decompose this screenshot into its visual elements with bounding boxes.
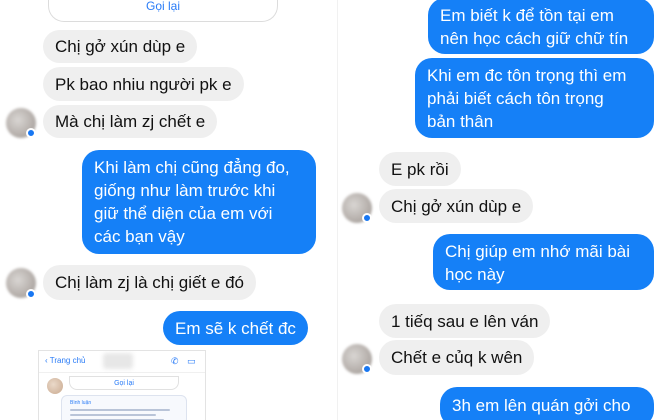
messenger-badge-icon xyxy=(362,364,372,374)
message-outgoing: Em biết k để tồn tại em nên học cách giữ… xyxy=(428,0,654,54)
message-incoming: Chị làm zj là chị giết e đó xyxy=(43,265,256,300)
message-outgoing: Khi làm chị cũng đẳng đo, giống như làm … xyxy=(82,150,316,254)
message-incoming: Mà chị làm zj chết e xyxy=(43,105,218,138)
message-incoming: Chị gở xún dùp e xyxy=(43,30,198,63)
message-text: Chị gở xún dùp e xyxy=(391,196,522,216)
message-incoming: E pk rồi xyxy=(379,152,461,186)
blurred-contact-name xyxy=(103,353,133,369)
message-line: các bạn vậy xyxy=(94,227,185,246)
message-incoming: 1 tiếq sau e lên ván xyxy=(379,304,551,338)
embedded-card-line xyxy=(70,414,156,416)
message-line: Em biết k để tồn tại em xyxy=(440,6,614,25)
embedded-call-again: Gọi lại xyxy=(69,376,179,390)
message-line: phải biết cách tôn trọng xyxy=(427,89,604,108)
message-text: Em sẽ k chết đc xyxy=(175,318,296,338)
message-text: E pk rồi xyxy=(391,159,449,179)
message-line: Chị giúp em nhớ mãi bài xyxy=(445,242,631,261)
embedded-screenshot: ‹ Trang chủ ✆ ▭ Gọi lại Bình luận xyxy=(38,350,206,420)
message-line: nên học cách giữ chữ tín xyxy=(440,29,629,48)
message-outgoing: 3h em lên quán gởi cho xyxy=(440,387,654,420)
messenger-badge-icon xyxy=(26,128,36,138)
message-line: Khi làm chị cũng đẳng đo, xyxy=(94,158,290,177)
message-outgoing: Em sẽ k chết đc xyxy=(163,311,308,345)
messenger-badge-icon xyxy=(362,213,372,223)
left-chat-panel: Gọi lại Chị gở xún dùp e Pk bao nhiu ngư… xyxy=(0,0,338,420)
message-text: Chết e củq k wên xyxy=(391,348,523,367)
message-line: học này xyxy=(445,265,505,284)
message-line: Khi em đc tôn trọng thì em xyxy=(427,66,627,85)
embedded-back-link: ‹ Trang chủ xyxy=(45,356,85,365)
message-outgoing: Chị giúp em nhớ mãi bài học này xyxy=(433,234,654,290)
video-call-icon: ▭ xyxy=(187,356,196,366)
message-text: Pk bao nhiu người pk e xyxy=(55,74,232,94)
message-incoming: Chết e củq k wên xyxy=(379,340,535,375)
message-line: bản thân xyxy=(427,112,494,131)
message-line: giữ thể diện của em với xyxy=(94,204,273,223)
message-text: Chị gở xún dùp e xyxy=(55,37,186,56)
phone-icon: ✆ xyxy=(171,356,179,366)
message-incoming: Chị gở xún dùp e xyxy=(379,189,534,223)
embedded-card-line xyxy=(70,409,170,411)
message-incoming: Pk bao nhiu người pk e xyxy=(43,67,244,101)
call-again-label[interactable]: Gọi lại xyxy=(146,0,180,13)
embedded-back-label: Trang chủ xyxy=(49,356,86,365)
messenger-badge-icon xyxy=(26,289,36,299)
message-text: Chị làm zj là chị giết e đó xyxy=(55,273,244,292)
right-chat-panel: Em biết k để tồn tại em nên học cách giữ… xyxy=(338,0,670,420)
message-text: Mà chị làm zj chết e xyxy=(55,112,206,131)
message-text: 3h em lên quán gởi cho xyxy=(452,396,631,415)
message-line: giống như làm trước khi xyxy=(94,181,276,200)
embedded-header: ‹ Trang chủ ✆ ▭ xyxy=(39,351,205,373)
embedded-shared-card: Bình luận xyxy=(61,395,187,420)
message-outgoing: Khi em đc tôn trọng thì em phải biết các… xyxy=(415,58,654,138)
embedded-avatar xyxy=(47,378,63,394)
call-again-card[interactable]: Gọi lại xyxy=(48,0,278,22)
message-text: 1 tiếq sau e lên ván xyxy=(391,311,539,331)
embedded-card-header: Bình luận xyxy=(70,400,92,406)
